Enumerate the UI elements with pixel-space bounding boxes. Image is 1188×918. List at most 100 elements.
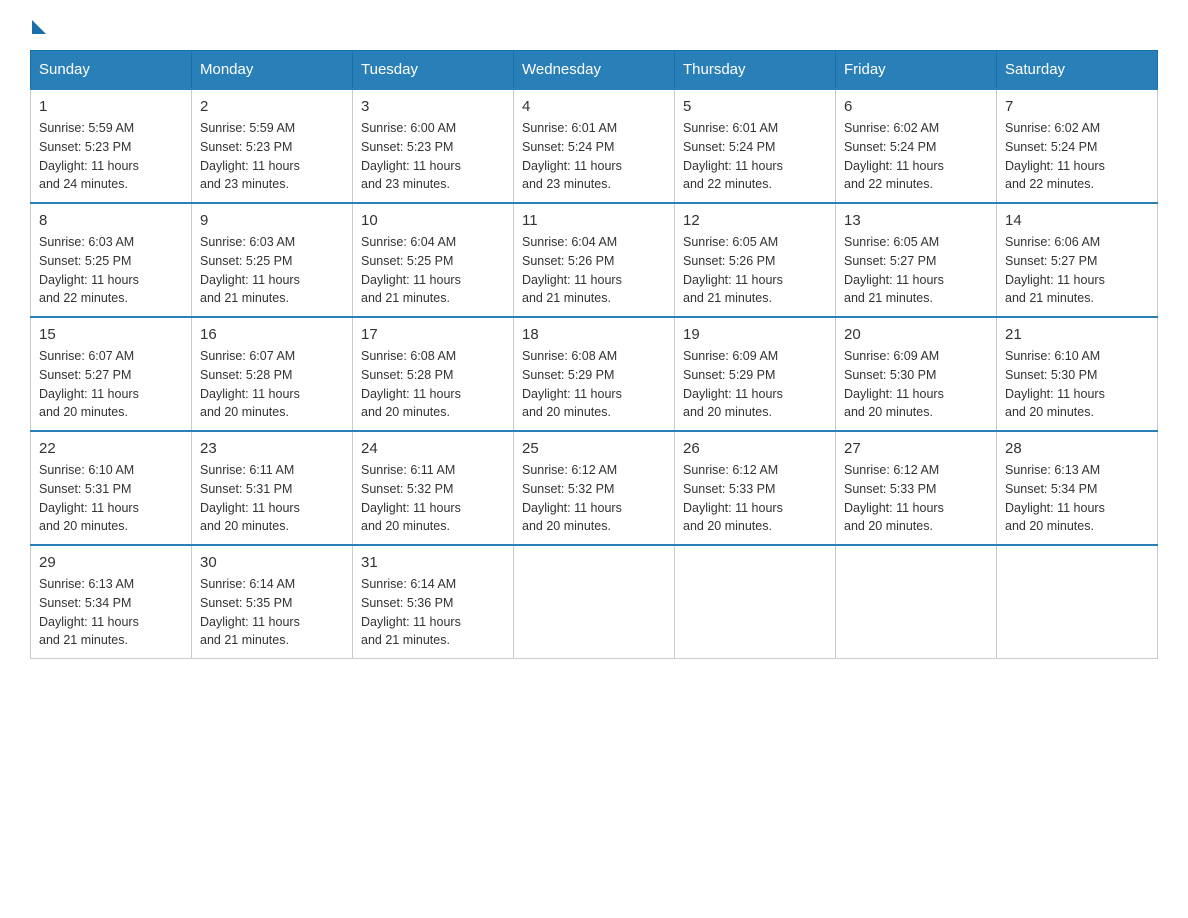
day-number: 12 <box>683 212 827 229</box>
calendar-cell: 2 Sunrise: 5:59 AM Sunset: 5:23 PM Dayli… <box>192 89 353 203</box>
day-info: Sunrise: 6:09 AM Sunset: 5:30 PM Dayligh… <box>844 347 988 422</box>
calendar-cell: 6 Sunrise: 6:02 AM Sunset: 5:24 PM Dayli… <box>836 89 997 203</box>
day-info: Sunrise: 6:00 AM Sunset: 5:23 PM Dayligh… <box>361 119 505 194</box>
calendar-week-row: 15 Sunrise: 6:07 AM Sunset: 5:27 PM Dayl… <box>31 317 1158 431</box>
day-info: Sunrise: 6:13 AM Sunset: 5:34 PM Dayligh… <box>1005 461 1149 536</box>
day-number: 18 <box>522 326 666 343</box>
header-wednesday: Wednesday <box>514 51 675 90</box>
header-saturday: Saturday <box>997 51 1158 90</box>
calendar-cell: 26 Sunrise: 6:12 AM Sunset: 5:33 PM Dayl… <box>675 431 836 545</box>
day-number: 26 <box>683 440 827 457</box>
day-info: Sunrise: 6:04 AM Sunset: 5:26 PM Dayligh… <box>522 233 666 308</box>
day-info: Sunrise: 6:12 AM Sunset: 5:32 PM Dayligh… <box>522 461 666 536</box>
day-info: Sunrise: 6:12 AM Sunset: 5:33 PM Dayligh… <box>844 461 988 536</box>
calendar-cell: 29 Sunrise: 6:13 AM Sunset: 5:34 PM Dayl… <box>31 545 192 659</box>
day-info: Sunrise: 6:05 AM Sunset: 5:26 PM Dayligh… <box>683 233 827 308</box>
day-info: Sunrise: 6:08 AM Sunset: 5:28 PM Dayligh… <box>361 347 505 422</box>
day-number: 3 <box>361 98 505 115</box>
day-info: Sunrise: 5:59 AM Sunset: 5:23 PM Dayligh… <box>39 119 183 194</box>
day-number: 31 <box>361 554 505 571</box>
calendar-cell: 18 Sunrise: 6:08 AM Sunset: 5:29 PM Dayl… <box>514 317 675 431</box>
day-info: Sunrise: 6:13 AM Sunset: 5:34 PM Dayligh… <box>39 575 183 650</box>
day-number: 19 <box>683 326 827 343</box>
calendar-cell: 28 Sunrise: 6:13 AM Sunset: 5:34 PM Dayl… <box>997 431 1158 545</box>
day-number: 29 <box>39 554 183 571</box>
day-info: Sunrise: 6:04 AM Sunset: 5:25 PM Dayligh… <box>361 233 505 308</box>
calendar-cell <box>997 545 1158 659</box>
logo <box>30 20 48 30</box>
day-info: Sunrise: 6:14 AM Sunset: 5:35 PM Dayligh… <box>200 575 344 650</box>
calendar-cell: 3 Sunrise: 6:00 AM Sunset: 5:23 PM Dayli… <box>353 89 514 203</box>
calendar-table: SundayMondayTuesdayWednesdayThursdayFrid… <box>30 50 1158 659</box>
calendar-cell: 25 Sunrise: 6:12 AM Sunset: 5:32 PM Dayl… <box>514 431 675 545</box>
day-info: Sunrise: 6:10 AM Sunset: 5:30 PM Dayligh… <box>1005 347 1149 422</box>
day-info: Sunrise: 6:03 AM Sunset: 5:25 PM Dayligh… <box>39 233 183 308</box>
header-tuesday: Tuesday <box>353 51 514 90</box>
day-number: 27 <box>844 440 988 457</box>
day-info: Sunrise: 6:11 AM Sunset: 5:32 PM Dayligh… <box>361 461 505 536</box>
header-sunday: Sunday <box>31 51 192 90</box>
day-info: Sunrise: 6:03 AM Sunset: 5:25 PM Dayligh… <box>200 233 344 308</box>
day-number: 21 <box>1005 326 1149 343</box>
calendar-cell: 5 Sunrise: 6:01 AM Sunset: 5:24 PM Dayli… <box>675 89 836 203</box>
calendar-week-row: 29 Sunrise: 6:13 AM Sunset: 5:34 PM Dayl… <box>31 545 1158 659</box>
day-info: Sunrise: 6:02 AM Sunset: 5:24 PM Dayligh… <box>844 119 988 194</box>
calendar-cell: 21 Sunrise: 6:10 AM Sunset: 5:30 PM Dayl… <box>997 317 1158 431</box>
calendar-header-row: SundayMondayTuesdayWednesdayThursdayFrid… <box>31 51 1158 90</box>
day-number: 20 <box>844 326 988 343</box>
calendar-cell: 9 Sunrise: 6:03 AM Sunset: 5:25 PM Dayli… <box>192 203 353 317</box>
day-info: Sunrise: 6:07 AM Sunset: 5:28 PM Dayligh… <box>200 347 344 422</box>
calendar-cell: 23 Sunrise: 6:11 AM Sunset: 5:31 PM Dayl… <box>192 431 353 545</box>
calendar-cell: 24 Sunrise: 6:11 AM Sunset: 5:32 PM Dayl… <box>353 431 514 545</box>
calendar-cell: 11 Sunrise: 6:04 AM Sunset: 5:26 PM Dayl… <box>514 203 675 317</box>
day-number: 16 <box>200 326 344 343</box>
calendar-cell: 19 Sunrise: 6:09 AM Sunset: 5:29 PM Dayl… <box>675 317 836 431</box>
day-number: 7 <box>1005 98 1149 115</box>
day-number: 10 <box>361 212 505 229</box>
day-number: 30 <box>200 554 344 571</box>
calendar-cell: 17 Sunrise: 6:08 AM Sunset: 5:28 PM Dayl… <box>353 317 514 431</box>
day-number: 23 <box>200 440 344 457</box>
calendar-cell: 30 Sunrise: 6:14 AM Sunset: 5:35 PM Dayl… <box>192 545 353 659</box>
calendar-cell: 15 Sunrise: 6:07 AM Sunset: 5:27 PM Dayl… <box>31 317 192 431</box>
day-number: 2 <box>200 98 344 115</box>
day-info: Sunrise: 6:01 AM Sunset: 5:24 PM Dayligh… <box>522 119 666 194</box>
calendar-cell: 22 Sunrise: 6:10 AM Sunset: 5:31 PM Dayl… <box>31 431 192 545</box>
header-thursday: Thursday <box>675 51 836 90</box>
day-info: Sunrise: 5:59 AM Sunset: 5:23 PM Dayligh… <box>200 119 344 194</box>
calendar-week-row: 1 Sunrise: 5:59 AM Sunset: 5:23 PM Dayli… <box>31 89 1158 203</box>
calendar-week-row: 22 Sunrise: 6:10 AM Sunset: 5:31 PM Dayl… <box>31 431 1158 545</box>
calendar-week-row: 8 Sunrise: 6:03 AM Sunset: 5:25 PM Dayli… <box>31 203 1158 317</box>
day-info: Sunrise: 6:09 AM Sunset: 5:29 PM Dayligh… <box>683 347 827 422</box>
day-number: 5 <box>683 98 827 115</box>
calendar-cell: 16 Sunrise: 6:07 AM Sunset: 5:28 PM Dayl… <box>192 317 353 431</box>
day-info: Sunrise: 6:08 AM Sunset: 5:29 PM Dayligh… <box>522 347 666 422</box>
day-info: Sunrise: 6:10 AM Sunset: 5:31 PM Dayligh… <box>39 461 183 536</box>
calendar-cell <box>836 545 997 659</box>
calendar-cell: 10 Sunrise: 6:04 AM Sunset: 5:25 PM Dayl… <box>353 203 514 317</box>
day-number: 14 <box>1005 212 1149 229</box>
page-header <box>30 20 1158 30</box>
calendar-cell: 31 Sunrise: 6:14 AM Sunset: 5:36 PM Dayl… <box>353 545 514 659</box>
day-number: 4 <box>522 98 666 115</box>
calendar-cell: 20 Sunrise: 6:09 AM Sunset: 5:30 PM Dayl… <box>836 317 997 431</box>
day-number: 11 <box>522 212 666 229</box>
header-monday: Monday <box>192 51 353 90</box>
day-info: Sunrise: 6:06 AM Sunset: 5:27 PM Dayligh… <box>1005 233 1149 308</box>
day-number: 13 <box>844 212 988 229</box>
calendar-cell <box>675 545 836 659</box>
day-info: Sunrise: 6:11 AM Sunset: 5:31 PM Dayligh… <box>200 461 344 536</box>
day-number: 22 <box>39 440 183 457</box>
day-info: Sunrise: 6:05 AM Sunset: 5:27 PM Dayligh… <box>844 233 988 308</box>
day-number: 9 <box>200 212 344 229</box>
day-info: Sunrise: 6:01 AM Sunset: 5:24 PM Dayligh… <box>683 119 827 194</box>
day-number: 25 <box>522 440 666 457</box>
header-friday: Friday <box>836 51 997 90</box>
logo-text <box>30 20 48 34</box>
calendar-cell: 1 Sunrise: 5:59 AM Sunset: 5:23 PM Dayli… <box>31 89 192 203</box>
day-info: Sunrise: 6:14 AM Sunset: 5:36 PM Dayligh… <box>361 575 505 650</box>
day-number: 24 <box>361 440 505 457</box>
day-number: 6 <box>844 98 988 115</box>
day-number: 8 <box>39 212 183 229</box>
calendar-cell: 7 Sunrise: 6:02 AM Sunset: 5:24 PM Dayli… <box>997 89 1158 203</box>
